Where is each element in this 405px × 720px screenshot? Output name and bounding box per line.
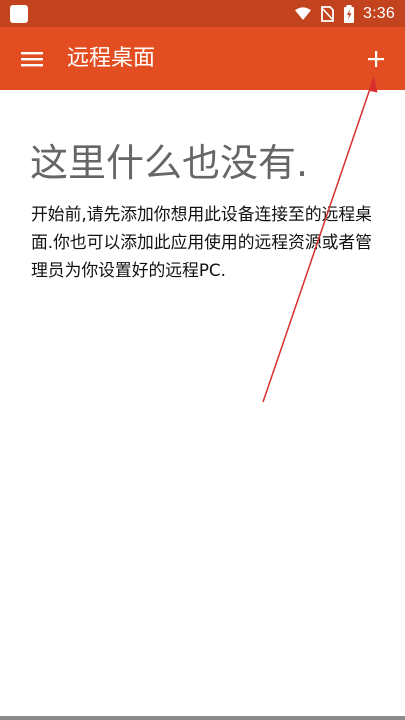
add-remote-desktop-button[interactable] — [364, 47, 388, 71]
plus-icon — [367, 50, 385, 68]
annotation-arrow — [262, 76, 378, 403]
app-title: 远程桌面 — [67, 46, 156, 71]
empty-state-description: 开始前,请先添加你想用此设备连接至的远程桌面.你也可以添加此应用使用的远程资源或… — [31, 204, 372, 280]
status-bar: 3:36 — [0, 0, 405, 27]
status-time: 3:36 — [363, 5, 395, 22]
wifi-icon — [294, 7, 312, 21]
status-icons: 3:36 — [294, 5, 395, 23]
bottom-edge — [0, 716, 405, 720]
menu-button[interactable] — [18, 47, 46, 71]
empty-state-title: 这里什么也没有. — [30, 141, 309, 185]
app-bar — [0, 27, 405, 90]
battery-charging-icon — [343, 5, 355, 23]
app-square-icon — [10, 5, 28, 23]
hamburger-menu-icon — [20, 50, 44, 68]
no-sim-icon — [320, 6, 335, 22]
